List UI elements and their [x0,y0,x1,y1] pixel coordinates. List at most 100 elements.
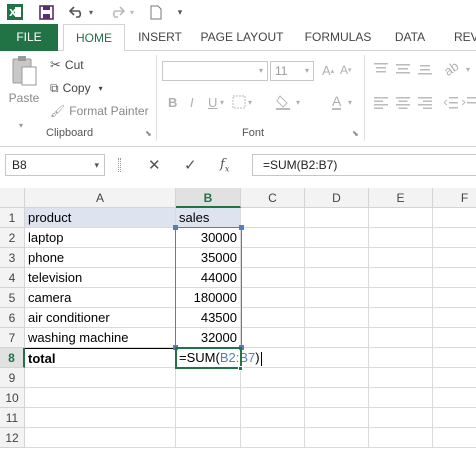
increase-font-icon[interactable]: A ▴ [322,63,334,78]
save-icon[interactable] [36,3,56,21]
cell[interactable] [433,348,476,368]
cell[interactable] [25,428,176,448]
cell[interactable] [433,408,476,428]
borders-dropdown-icon[interactable]: ▾ [248,98,252,107]
range-handle[interactable] [239,345,244,350]
cell[interactable] [369,328,433,348]
cell[interactable] [369,208,433,228]
cell[interactable] [305,288,369,308]
column-header-a[interactable]: A [25,188,176,208]
copy-dropdown-icon[interactable]: ▾ [99,84,103,93]
decrease-indent-icon[interactable] [444,97,458,109]
row-header[interactable]: 12 [0,428,25,448]
cell[interactable] [305,328,369,348]
cell[interactable] [369,428,433,448]
cell[interactable] [305,348,369,368]
column-header-c[interactable]: C [241,188,305,208]
cell[interactable] [369,308,433,328]
underline-button[interactable]: U [208,95,217,110]
insert-function-icon[interactable]: fx [220,157,229,174]
cell[interactable] [369,408,433,428]
cell[interactable] [369,348,433,368]
underline-dropdown-icon[interactable]: ▾ [220,98,224,107]
cell[interactable] [369,248,433,268]
cell[interactable] [305,268,369,288]
cell[interactable] [176,428,241,448]
cell[interactable] [369,268,433,288]
font-size-dropdown-icon[interactable]: ▾ [305,62,309,80]
cell[interactable] [305,428,369,448]
orientation-icon[interactable]: ab [441,58,461,79]
cell[interactable] [241,428,305,448]
paste-dropdown-icon[interactable]: ▾ [19,121,23,130]
cell[interactable] [241,268,305,288]
column-header-d[interactable]: D [305,188,369,208]
cell[interactable] [241,348,305,368]
cell-sales[interactable]: 180000 [176,288,241,308]
cell[interactable] [305,248,369,268]
cell-sales[interactable]: 32000 [176,328,241,348]
cell[interactable] [241,408,305,428]
tab-formulas[interactable]: FORMULAS [298,24,378,51]
cell-product[interactable]: camera [25,288,176,308]
row-header[interactable]: 11 [0,408,25,428]
align-center-icon[interactable] [396,97,410,109]
fill-handle[interactable] [238,366,243,371]
tab-insert[interactable]: INSERT [132,24,188,51]
clipboard-launcher-icon[interactable]: ⬊ [145,129,152,138]
cell-product[interactable]: television [25,268,176,288]
align-top-icon[interactable] [374,63,388,75]
cell[interactable] [176,388,241,408]
cell[interactable] [433,388,476,408]
cell[interactable] [241,208,305,228]
cell[interactable] [369,388,433,408]
cell[interactable] [241,388,305,408]
row-header[interactable]: 2 [0,228,25,248]
cell[interactable] [25,408,176,428]
range-handle[interactable] [239,225,244,230]
cell-product[interactable]: air conditioner [25,308,176,328]
cell-sales[interactable]: 30000 [176,228,241,248]
cell[interactable] [305,228,369,248]
decrease-font-icon[interactable]: A ▾ [340,63,352,77]
align-right-icon[interactable] [418,97,432,109]
row-header[interactable]: 1 [0,208,25,228]
font-name-dropdown-icon[interactable]: ▾ [259,62,263,80]
increase-indent-icon[interactable] [462,97,476,109]
cut-button[interactable]: ✂ Cut [50,56,84,74]
cell[interactable] [433,288,476,308]
column-header-b[interactable]: B [176,188,241,208]
cell[interactable] [25,388,176,408]
row-header[interactable]: 6 [0,308,25,328]
tab-page-layout[interactable]: PAGE LAYOUT [196,24,288,51]
font-name-combo[interactable]: ▾ [162,61,268,81]
bold-button[interactable]: B [168,95,177,110]
cell[interactable] [241,368,305,388]
fill-color-dropdown-icon[interactable]: ▾ [296,98,300,107]
row-header[interactable]: 8 [0,348,25,368]
row-header[interactable]: 4 [0,268,25,288]
cell[interactable] [241,288,305,308]
cell[interactable] [305,368,369,388]
cell[interactable] [433,248,476,268]
cell[interactable] [433,428,476,448]
cell[interactable] [433,308,476,328]
align-left-icon[interactable] [374,97,388,109]
cancel-formula-icon[interactable]: ✕ [148,156,161,174]
cell[interactable] [433,368,476,388]
cell[interactable] [433,328,476,348]
column-header-f[interactable]: F [433,188,476,208]
cell-b8-formula[interactable]: =SUM(B2:B7) [176,348,262,368]
cell[interactable] [305,408,369,428]
cell[interactable] [176,368,241,388]
format-painter-button[interactable]: 🖌 Format Painter [50,102,149,120]
tab-review[interactable]: REV [446,24,476,51]
row-header[interactable]: 10 [0,388,25,408]
tab-data[interactable]: DATA [386,24,434,51]
cell-product[interactable]: washing machine [25,328,176,348]
tab-home[interactable]: HOME [63,24,125,52]
formula-input[interactable]: =SUM(B2:B7) [252,154,476,176]
cell-a1[interactable]: product [25,208,176,228]
copy-button[interactable]: ⧉ Copy ▾ [50,79,103,97]
customize-qat-icon[interactable]: ▾ [174,3,186,21]
